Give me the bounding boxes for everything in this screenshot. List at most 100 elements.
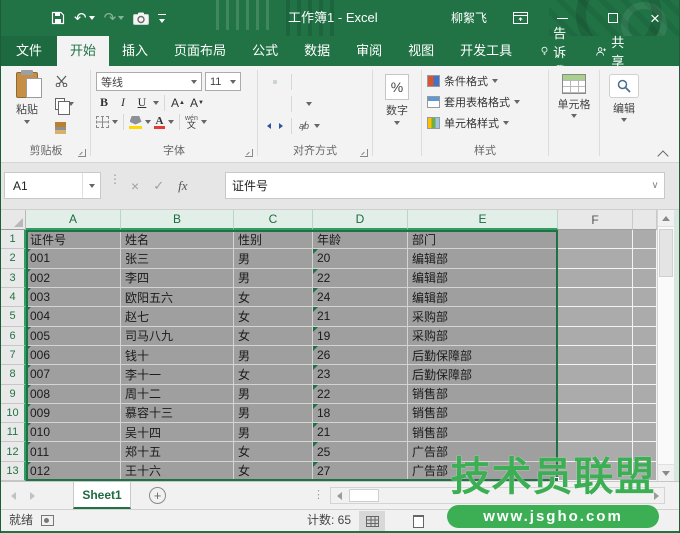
row-header-13[interactable]: 13 <box>1 462 26 481</box>
scroll-up-button[interactable] <box>658 210 674 227</box>
alignment-dialog-launcher-icon[interactable] <box>360 149 368 157</box>
macro-record-icon[interactable] <box>41 515 54 526</box>
cell-C8[interactable]: 女 <box>234 365 313 384</box>
format-painter-button[interactable] <box>55 122 66 134</box>
cell-C2[interactable]: 男 <box>234 249 313 268</box>
cell-F3[interactable] <box>558 269 633 288</box>
cell-F11[interactable] <box>558 423 633 442</box>
cell-E1[interactable]: 部门 <box>408 230 558 249</box>
cell-B8[interactable]: 李十一 <box>121 365 234 384</box>
orientation-dropdown-icon[interactable] <box>314 124 320 128</box>
tab-file[interactable]: 文件 <box>1 36 57 66</box>
cell-F4[interactable] <box>558 288 633 307</box>
next-sheet-icon[interactable] <box>30 492 35 500</box>
cell-D10[interactable]: 18 <box>313 404 408 423</box>
cell-F10[interactable] <box>558 404 633 423</box>
row-header-8[interactable]: 8 <box>1 365 26 384</box>
align-top-button[interactable] <box>265 80 269 84</box>
cell-C1[interactable]: 性别 <box>234 230 313 249</box>
cell-C13[interactable]: 女 <box>234 462 313 481</box>
cell-F9[interactable] <box>558 385 633 404</box>
cell-B13[interactable]: 王十六 <box>121 462 234 481</box>
cell-D5[interactable]: 21 <box>313 307 408 326</box>
font-size-dropdown-icon[interactable] <box>230 80 236 84</box>
cell-D7[interactable]: 26 <box>313 346 408 365</box>
new-sheet-button[interactable]: + <box>149 487 166 504</box>
cell-D8[interactable]: 23 <box>313 365 408 384</box>
row-header-6[interactable]: 6 <box>1 327 26 346</box>
cell-E5[interactable]: 采购部 <box>408 307 558 326</box>
sheet-tab-sheet1[interactable]: Sheet1 <box>73 482 131 509</box>
cell-F12[interactable] <box>558 442 633 461</box>
cell-A10[interactable]: 009 <box>26 404 121 423</box>
cells-button[interactable]: 单元格 <box>550 70 598 118</box>
zoom-level[interactable]: 100% <box>614 510 645 531</box>
tab-review[interactable]: 审阅 <box>343 36 395 66</box>
cell-C3[interactable]: 男 <box>234 269 313 288</box>
cell-B3[interactable]: 李四 <box>121 269 234 288</box>
cut-button[interactable] <box>55 75 68 87</box>
cell-B7[interactable]: 钱十 <box>121 346 234 365</box>
ribbon-display-options-button[interactable] <box>509 0 531 36</box>
align-left-button[interactable] <box>265 102 269 106</box>
share-button[interactable]: 共享 <box>588 36 637 66</box>
row-header-1[interactable]: 1 <box>1 230 26 249</box>
borders-icon[interactable] <box>96 116 109 128</box>
number-dropdown-icon[interactable] <box>394 121 400 125</box>
conditional-formatting-button[interactable]: 条件格式 <box>423 70 547 91</box>
cell-E10[interactable]: 销售部 <box>408 404 558 423</box>
page-layout-view-button[interactable] <box>405 511 431 531</box>
fill-color-dropdown-icon[interactable] <box>145 120 151 124</box>
clipboard-dialog-launcher-icon[interactable] <box>78 149 86 157</box>
cell-B11[interactable]: 吴十四 <box>121 423 234 442</box>
cell-E4[interactable]: 编辑部 <box>408 288 558 307</box>
tab-developer[interactable]: 开发工具 <box>447 36 525 66</box>
font-color-button[interactable]: A <box>154 116 165 129</box>
cell-B2[interactable]: 张三 <box>121 249 234 268</box>
cell-D3[interactable]: 22 <box>313 269 408 288</box>
number-group-button-label[interactable]: 数字 <box>374 102 420 118</box>
col-header-E[interactable]: E <box>408 210 558 230</box>
cell-E11[interactable]: 销售部 <box>408 423 558 442</box>
tab-home[interactable]: 开始 <box>57 36 109 66</box>
undo-dropdown-icon[interactable] <box>89 16 95 20</box>
cell-E6[interactable]: 采购部 <box>408 327 558 346</box>
merge-dropdown-icon[interactable] <box>306 102 312 106</box>
name-box[interactable]: A1 <box>4 172 101 199</box>
cell-A13[interactable]: 012 <box>26 462 121 481</box>
col-header-C[interactable]: C <box>234 210 313 230</box>
cell-B5[interactable]: 赵七 <box>121 307 234 326</box>
cell-E13[interactable]: 广告部 <box>408 462 558 481</box>
cell-A5[interactable]: 004 <box>26 307 121 326</box>
phonetic-dropdown-icon[interactable] <box>201 120 207 124</box>
cell-C9[interactable]: 男 <box>234 385 313 404</box>
cell-A7[interactable]: 006 <box>26 346 121 365</box>
editing-button[interactable]: 编辑 <box>601 70 647 122</box>
cell-C10[interactable]: 男 <box>234 404 313 423</box>
horizontal-scrollbar[interactable] <box>330 487 665 504</box>
cell-D6[interactable]: 19 <box>313 327 408 346</box>
maximize-button[interactable] <box>602 0 624 36</box>
underline-dropdown-icon[interactable] <box>153 101 159 105</box>
orientation-button[interactable]: ab <box>298 121 310 131</box>
cell-A9[interactable]: 008 <box>26 385 121 404</box>
align-center-button[interactable] <box>273 102 277 106</box>
cell-B10[interactable]: 慕容十三 <box>121 404 234 423</box>
shrink-font-button[interactable]: A▼ <box>189 94 205 111</box>
cell-C4[interactable]: 女 <box>234 288 313 307</box>
cell-F7[interactable] <box>558 346 633 365</box>
cell-C7[interactable]: 男 <box>234 346 313 365</box>
cell-C12[interactable]: 女 <box>234 442 313 461</box>
close-button[interactable]: × <box>644 0 666 36</box>
col-header-F[interactable]: F <box>558 210 633 230</box>
col-header-B[interactable]: B <box>121 210 234 230</box>
decrease-indent-button[interactable] <box>265 118 273 134</box>
copy-button[interactable] <box>55 98 74 110</box>
customize-qat-button[interactable] <box>158 14 166 23</box>
cell-A1[interactable]: 证件号 <box>26 230 121 249</box>
cancel-button[interactable]: × <box>131 178 139 194</box>
screenshot-button[interactable] <box>133 12 149 25</box>
row-header-9[interactable]: 9 <box>1 385 26 404</box>
cell-C11[interactable]: 男 <box>234 423 313 442</box>
cell-B1[interactable]: 姓名 <box>121 230 234 249</box>
